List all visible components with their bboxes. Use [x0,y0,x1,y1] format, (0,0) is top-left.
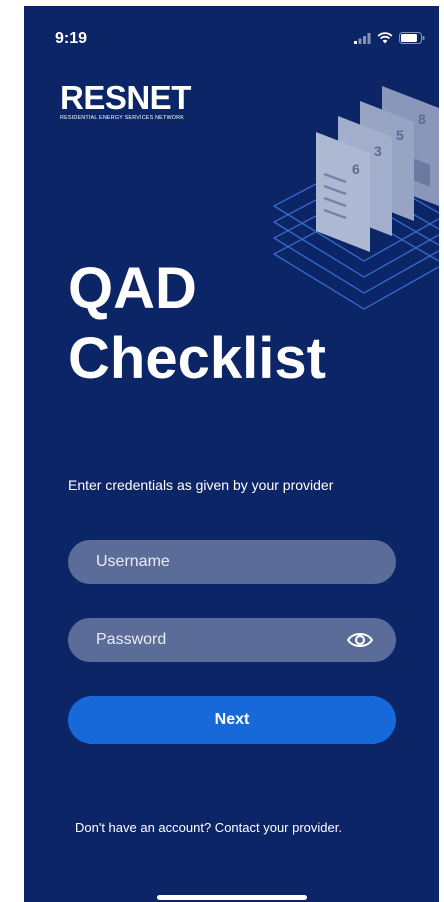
page-title: QAD Checklist [68,254,326,394]
password-field-container [68,618,396,662]
title-line-2: Checklist [68,326,326,391]
page-number-5: 5 [396,127,404,143]
page-number-6: 6 [352,161,360,177]
status-icons [353,32,425,44]
page-number-8: 8 [418,111,426,127]
title-line-1: QAD [68,256,197,321]
logo-tagline: RESIDENTIAL ENERGY SERVICES NETWORK [60,115,185,121]
login-screen: 9:19 RESNET RESIDENTIAL ENERGY SERVICES … [24,6,439,902]
username-field-container [68,540,396,584]
next-button[interactable]: Next [68,696,396,744]
show-password-eye-icon[interactable] [346,630,374,650]
resnet-logo: RESNET RESIDENTIAL ENERGY SERVICES NETWO… [60,79,191,122]
home-indicator[interactable] [157,895,307,900]
battery-icon [399,32,425,44]
username-input[interactable] [68,540,396,584]
page-number-3: 3 [374,143,382,159]
status-time: 9:19 [55,30,88,47]
logo-wordmark: RESNET [60,79,191,116]
wifi-icon [377,32,393,44]
credentials-prompt: Enter credentials as given by your provi… [68,477,334,493]
contact-provider-text: Don't have an account? Contact your prov… [75,820,342,835]
signal-icon [354,32,371,44]
